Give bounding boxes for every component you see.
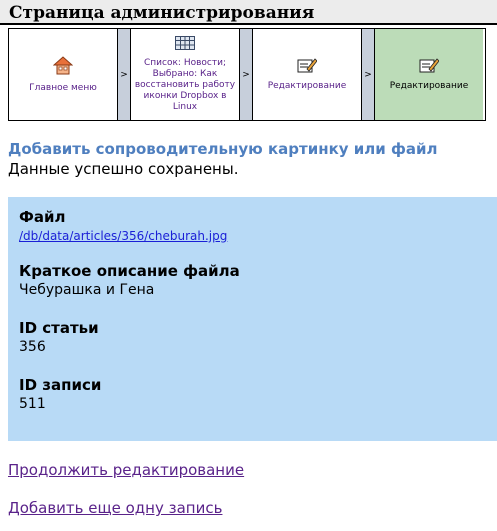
edit-icon bbox=[297, 57, 318, 77]
field-label: ID записи bbox=[19, 376, 102, 394]
breadcrumb-separator: > bbox=[117, 29, 131, 120]
field-label: Краткое описание файла bbox=[19, 262, 240, 280]
breadcrumb-separator: > bbox=[239, 29, 253, 120]
home-icon bbox=[52, 55, 74, 79]
page-title: Страница администрирования bbox=[9, 3, 315, 23]
file-link[interactable]: /db/data/articles/356/cheburah.jpg bbox=[19, 226, 227, 246]
field-article-id: ID статьи 356 bbox=[19, 319, 99, 357]
field-value: 356 bbox=[19, 339, 46, 355]
breadcrumb-separator: > bbox=[361, 29, 375, 120]
field-label: ID статьи bbox=[19, 319, 99, 337]
field-value: Чебурашка и Гена bbox=[19, 282, 155, 298]
breadcrumb-item-editing[interactable]: Редактирование bbox=[253, 29, 361, 120]
breadcrumb: Главное меню > Список: Новости; Выбрано:… bbox=[8, 28, 486, 121]
table-icon bbox=[175, 36, 195, 54]
page-header: Страница администрирования bbox=[0, 0, 497, 25]
breadcrumb-item-label: Редактирование bbox=[389, 81, 469, 91]
continue-editing-link[interactable]: Продолжить редактирование bbox=[8, 461, 244, 479]
breadcrumb-item-news-list[interactable]: Список: Новости; Выбрано: Как восстанови… bbox=[131, 29, 239, 120]
breadcrumb-item-current: Редактирование bbox=[375, 29, 483, 120]
breadcrumb-item-main-menu[interactable]: Главное меню bbox=[9, 29, 117, 120]
status-message: Данные успешно сохранены. bbox=[8, 160, 239, 178]
breadcrumb-item-label: Список: Новости; Выбрано: Как восстанови… bbox=[134, 58, 236, 112]
field-record-id: ID записи 511 bbox=[19, 376, 101, 414]
field-value: 511 bbox=[19, 396, 46, 412]
edit-icon bbox=[419, 57, 440, 77]
field-label: Файл bbox=[19, 208, 66, 226]
section-title: Добавить сопроводительную картинку или ф… bbox=[8, 140, 438, 158]
field-file: Файл /db/data/articles/356/cheburah.jpg bbox=[19, 208, 227, 246]
add-another-record-link[interactable]: Добавить еще одну запись bbox=[8, 499, 222, 517]
field-description: Краткое описание файла Чебурашка и Гена bbox=[19, 262, 240, 300]
breadcrumb-item-label: Главное меню bbox=[29, 83, 97, 93]
breadcrumb-item-label: Редактирование bbox=[267, 81, 347, 91]
saved-record-panel: Файл /db/data/articles/356/cheburah.jpg … bbox=[8, 197, 497, 441]
